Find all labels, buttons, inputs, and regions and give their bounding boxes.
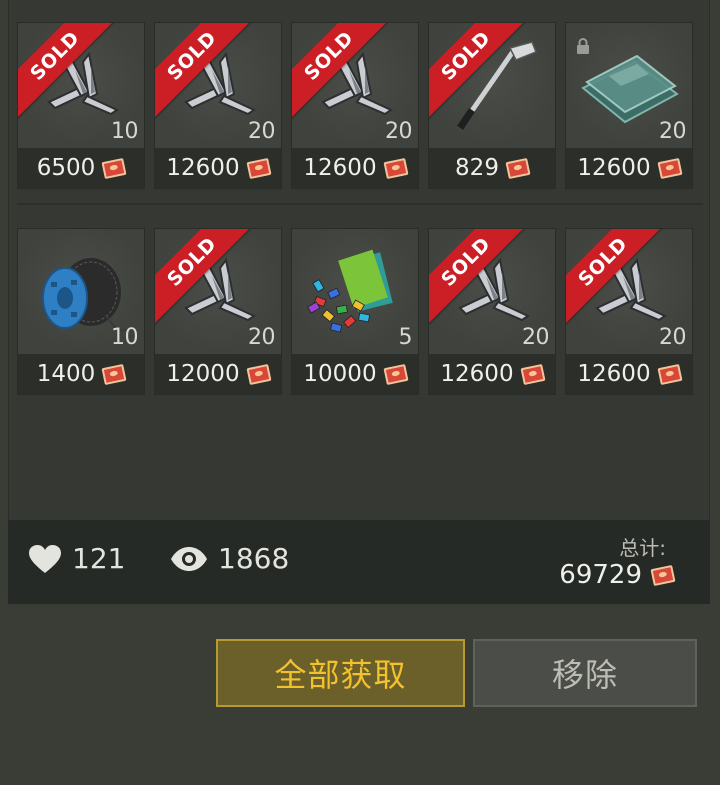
heart-icon <box>29 544 61 573</box>
tinted-paper-beads-image <box>307 249 393 333</box>
item-slot[interactable]: SOLD 20 12600 <box>291 22 419 189</box>
item-row-2: 10 1400 SOLD 20 12000 5 10000 SOLD 20 12600 SOLD 20… <box>17 228 693 395</box>
coupon-icon <box>505 157 531 179</box>
lock-icon <box>574 37 592 55</box>
item-slot[interactable]: SOLD 829 <box>428 22 556 189</box>
coupon-icon <box>383 363 409 385</box>
item-quantity: 5 <box>398 325 413 350</box>
item-price-bar: 12600 <box>292 148 418 188</box>
item-price-bar: 6500 <box>18 148 144 188</box>
row-divider <box>17 203 703 205</box>
item-quantity: 20 <box>248 325 276 350</box>
item-quantity: 10 <box>111 325 139 350</box>
item-price-bar: 829 <box>429 148 555 188</box>
item-price-bar: 12600 <box>566 354 692 394</box>
eye-icon <box>171 546 207 571</box>
item-slot[interactable]: SOLD 20 12600 <box>154 22 282 189</box>
item-row-1: SOLD 10 6500 SOLD 20 12600 SOLD 20 12600 SOLD 829 2… <box>17 22 693 189</box>
item-price-bar: 10000 <box>292 354 418 394</box>
item-price: 829 <box>455 155 499 181</box>
item-quantity: 20 <box>659 119 687 144</box>
coupon-icon <box>383 157 409 179</box>
item-price-bar: 1400 <box>18 354 144 394</box>
item-price-bar: 12600 <box>155 148 281 188</box>
item-price: 12600 <box>577 361 651 387</box>
total-value: 69729 <box>559 560 676 590</box>
item-price: 12600 <box>166 155 240 181</box>
item-slot[interactable]: 20 12600 <box>565 22 693 189</box>
likes-count: 121 <box>72 542 126 575</box>
item-price: 12600 <box>577 155 651 181</box>
item-price-bar: 12600 <box>566 148 692 188</box>
coupon-icon <box>101 363 127 385</box>
item-quantity: 20 <box>659 325 687 350</box>
coupon-icon <box>101 157 127 179</box>
item-slot[interactable]: SOLD 20 12000 <box>154 228 282 395</box>
coupon-icon <box>246 363 272 385</box>
item-slot[interactable]: 10 1400 <box>17 228 145 395</box>
item-quantity: 20 <box>248 119 276 144</box>
item-slot[interactable]: SOLD 20 12600 <box>565 228 693 395</box>
coupon-icon <box>246 157 272 179</box>
item-price: 6500 <box>36 155 96 181</box>
item-quantity: 20 <box>522 325 550 350</box>
item-price: 12000 <box>166 361 240 387</box>
item-slot[interactable]: SOLD 10 6500 <box>17 22 145 189</box>
item-quantity: 20 <box>385 119 413 144</box>
likes-counter[interactable]: 121 <box>28 542 125 575</box>
remove-button[interactable]: 移除 <box>473 639 697 707</box>
coupon-icon <box>657 363 683 385</box>
coupon-icon <box>650 564 676 586</box>
item-slot[interactable]: 5 10000 <box>291 228 419 395</box>
total-amount: 69729 <box>559 560 642 590</box>
coupon-icon <box>520 363 546 385</box>
item-price-bar: 12600 <box>429 354 555 394</box>
coupon-icon <box>657 157 683 179</box>
stats-bar: 121 1868 总计: 69729 <box>8 520 710 604</box>
trade-panel: SOLD 10 6500 SOLD 20 12600 SOLD 20 12600 SOLD 829 2… <box>8 0 710 604</box>
collect-all-button[interactable]: 全部获取 <box>216 639 465 707</box>
item-price: 1400 <box>36 361 96 387</box>
item-price-bar: 12000 <box>155 354 281 394</box>
item-price: 12600 <box>440 361 514 387</box>
views-count: 1868 <box>218 542 290 575</box>
item-price: 12600 <box>303 155 377 181</box>
views-counter: 1868 <box>170 542 289 575</box>
total-label: 总计: <box>619 536 666 560</box>
item-quantity: 10 <box>111 119 139 144</box>
item-price: 10000 <box>303 361 377 387</box>
item-slot[interactable]: SOLD 20 12600 <box>428 228 556 395</box>
